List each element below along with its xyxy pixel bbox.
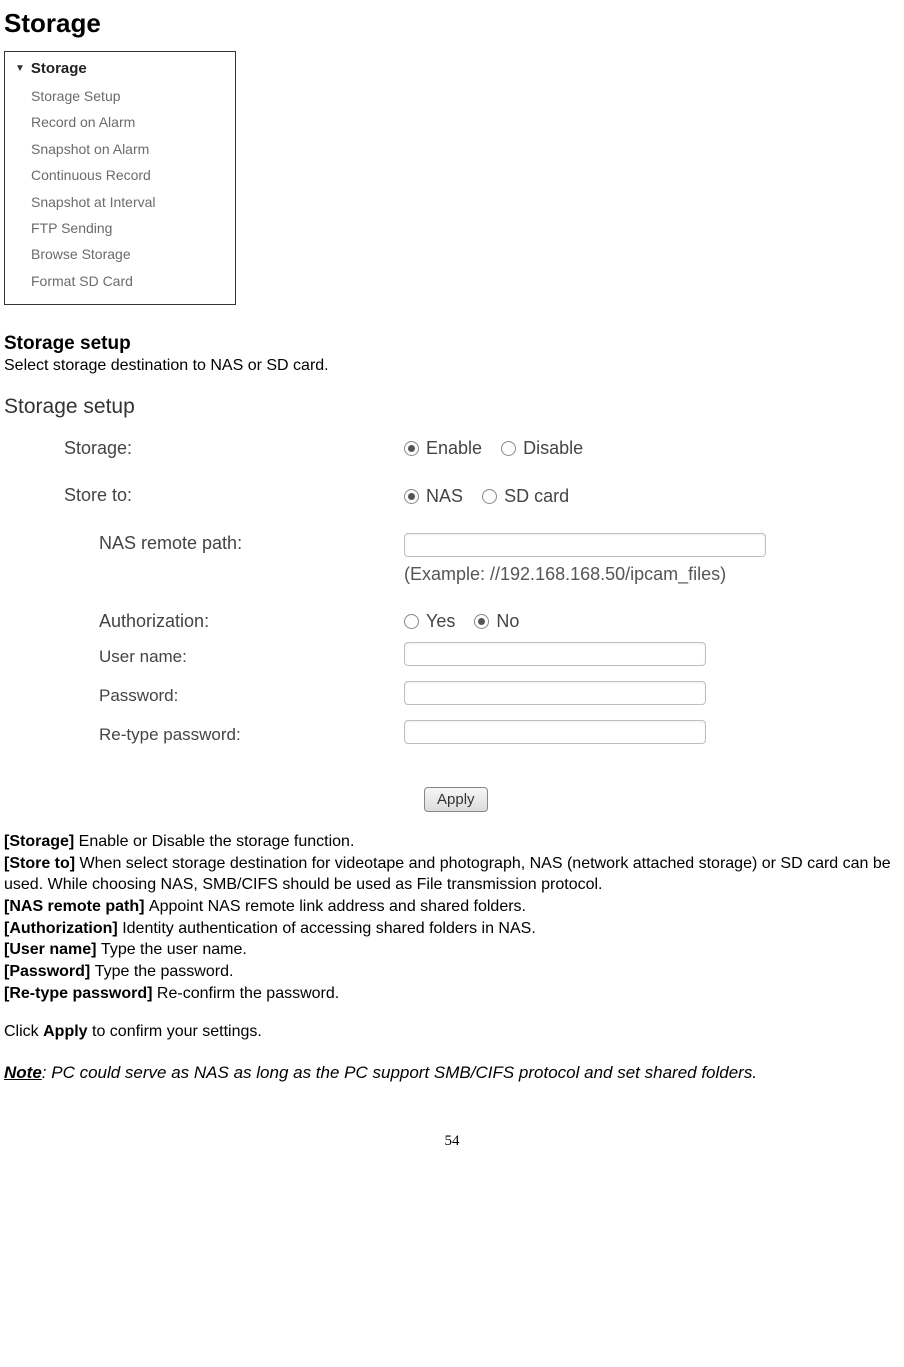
page-number: 54 <box>4 1133 900 1150</box>
radio-auth-yes-label: Yes <box>426 611 455 631</box>
def-naspath-text: Appoint NAS remote link address and shar… <box>149 898 526 915</box>
naspath-label: NAS remote path: <box>4 533 404 554</box>
password-input[interactable] <box>404 681 706 705</box>
menu-item: Continuous Record <box>31 162 235 188</box>
menu-item: Browse Storage <box>31 241 235 267</box>
radio-storeto-nas[interactable] <box>404 489 419 504</box>
def-password-text: Type the password. <box>95 963 234 980</box>
menu-header: ▼ Storage <box>5 58 235 83</box>
menu-item: Record on Alarm <box>31 109 235 135</box>
form-title: Storage setup <box>4 395 854 419</box>
username-label: User name: <box>4 647 404 667</box>
apply-button[interactable]: Apply <box>424 787 488 812</box>
radio-storage-enable[interactable] <box>404 441 419 456</box>
repassword-input[interactable] <box>404 720 706 744</box>
def-auth-key: [Authorization] <box>4 920 122 937</box>
menu-item: FTP Sending <box>31 215 235 241</box>
note-body: : PC could serve as NAS as long as the P… <box>42 1063 757 1082</box>
naspath-input[interactable] <box>404 533 766 557</box>
radio-auth-no[interactable] <box>474 614 489 629</box>
menu-items: Storage Setup Record on Alarm Snapshot o… <box>5 83 235 294</box>
radio-storeto-sdcard[interactable] <box>482 489 497 504</box>
repassword-label: Re-type password: <box>4 725 404 745</box>
username-input[interactable] <box>404 642 706 666</box>
radio-storeto-sdcard-label: SD card <box>504 486 569 506</box>
storage-menu-figure: ▼ Storage Storage Setup Record on Alarm … <box>4 51 236 305</box>
click-apply-word: Apply <box>43 1023 87 1040</box>
note-label: Note <box>4 1063 42 1082</box>
radio-storage-disable[interactable] <box>501 441 516 456</box>
def-storage-key: [Storage] <box>4 833 79 850</box>
intro-text: Select storage destination to NAS or SD … <box>4 357 900 375</box>
definitions-block: [Storage] Enable or Disable the storage … <box>4 832 900 1042</box>
naspath-example: (Example: //192.168.168.50/ipcam_files) <box>404 564 854 585</box>
def-storage-text: Enable or Disable the storage function. <box>79 833 355 850</box>
click-apply-text-pre: Click <box>4 1023 43 1040</box>
storage-label: Storage: <box>4 438 404 459</box>
def-password-key: [Password] <box>4 963 95 980</box>
menu-item: Snapshot at Interval <box>31 189 235 215</box>
caret-down-icon: ▼ <box>15 63 25 74</box>
menu-title: Storage <box>31 60 87 77</box>
def-auth-text: Identity authentication of accessing sha… <box>122 920 536 937</box>
password-label: Password: <box>4 686 404 706</box>
def-username-text: Type the user name. <box>101 941 247 958</box>
radio-storage-enable-label: Enable <box>426 438 482 458</box>
radio-storage-disable-label: Disable <box>523 438 583 458</box>
radio-auth-yes[interactable] <box>404 614 419 629</box>
def-repassword-text: Re-confirm the password. <box>157 985 339 1002</box>
radio-auth-no-label: No <box>496 611 519 631</box>
def-storeto-key: [Store to] <box>4 855 80 872</box>
def-storeto-text: When select storage destination for vide… <box>4 855 891 893</box>
menu-item: Format SD Card <box>31 268 235 294</box>
note-line: Note: PC could serve as NAS as long as t… <box>4 1063 900 1083</box>
def-username-key: [User name] <box>4 941 101 958</box>
def-repassword-key: [Re-type password] <box>4 985 157 1002</box>
click-apply-text-post: to confirm your settings. <box>88 1023 262 1040</box>
page-title: Storage <box>4 8 900 39</box>
radio-storeto-nas-label: NAS <box>426 486 463 506</box>
storeto-label: Store to: <box>4 485 404 506</box>
storage-setup-form: Storage setup Storage: Enable Disable St… <box>4 395 854 812</box>
menu-item: Storage Setup <box>31 83 235 109</box>
storage-setup-heading: Storage setup <box>4 333 900 355</box>
authorization-label: Authorization: <box>4 611 404 632</box>
menu-item: Snapshot on Alarm <box>31 136 235 162</box>
def-naspath-key: [NAS remote path] <box>4 898 149 915</box>
